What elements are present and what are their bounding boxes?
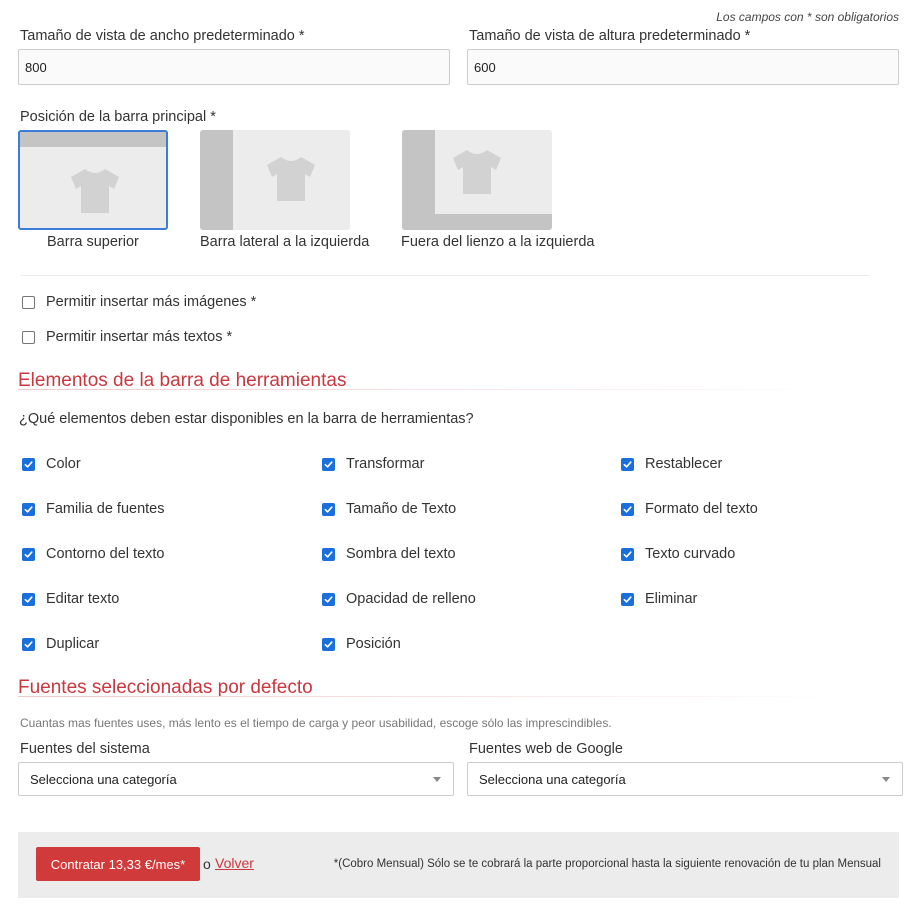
toolbar-item-checkbox[interactable] [322,547,335,561]
left-sidebar-caption: Barra lateral a la izquierda [200,234,370,250]
width-label: Tamaño de vista de ancho predeterminado … [20,28,305,44]
toolbar-item-checkbox[interactable] [22,502,35,516]
fonts-help-text: Cuantas mas fuentes uses, más lento es e… [20,716,612,730]
top-bar-caption: Barra superior [47,234,139,250]
tshirt-icon [267,157,315,201]
toolbar-item-label: Familia de fuentes [46,501,165,517]
footer-bar: Contratar 13,33 €/mes* o Volver *(Cobro … [18,832,899,898]
google-fonts-select-value: Selecciona una categoría [479,771,626,787]
toolbar-item-label: Color [46,456,81,472]
toolbar-item-checkbox[interactable] [22,457,35,471]
offcanvas-left-thumbnail[interactable] [402,130,552,230]
required-fields-note: Los campos con * son obligatorios [716,10,899,24]
height-input[interactable] [467,49,899,85]
width-input[interactable] [18,49,450,85]
allow-more-images-label: Permitir insertar más imágenes * [46,294,257,310]
chevron-down-icon [882,777,890,782]
toolbar-item-option[interactable]: Restablecer [621,456,722,472]
toolbar-item-option[interactable]: Contorno del texto [22,546,165,562]
main-bar-position-label: Posición de la barra principal * [20,109,216,125]
toolbar-item-checkbox[interactable] [621,547,634,561]
toolbar-item-label: Duplicar [46,636,100,652]
system-fonts-label: Fuentes del sistema [20,741,150,757]
left-sidebar-thumbnail[interactable] [200,130,350,230]
toolbar-item-option[interactable]: Opacidad de relleno [322,591,476,607]
toolbar-item-label: Restablecer [645,456,723,472]
billing-note: *(Cobro Mensual) Sólo se te cobrará la p… [333,858,881,870]
toolbar-item-checkbox[interactable] [322,457,335,471]
toolbar-item-checkbox[interactable] [621,502,634,516]
allow-more-images-option[interactable]: Permitir insertar más imágenes * [22,294,256,310]
height-label: Tamaño de vista de altura predeterminado… [469,28,751,44]
toolbar-item-label: Sombra del texto [346,546,456,562]
toolbar-question: ¿Qué elementos deben estar disponibles e… [19,411,474,427]
toolbar-item-checkbox[interactable] [22,637,35,651]
tshirt-icon [71,169,119,213]
toolbar-item-label: Formato del texto [645,501,758,517]
toolbar-item-label: Eliminar [645,591,698,607]
position-option-top-bar[interactable]: Barra superior [18,130,168,250]
toolbar-item-label: Editar texto [46,591,120,607]
system-fonts-select-value: Selecciona una categoría [30,771,177,787]
position-option-left-sidebar[interactable]: Barra lateral a la izquierda [200,130,369,250]
toolbar-item-option[interactable]: Eliminar [621,591,697,607]
toolbar-item-label: Opacidad de relleno [346,591,476,607]
toolbar-item-option[interactable]: Duplicar [22,636,99,652]
toolbar-item-option[interactable]: Tamaño de Texto [322,501,456,517]
toolbar-item-checkbox[interactable] [621,457,634,471]
google-fonts-label: Fuentes web de Google [469,741,623,757]
allow-more-images-checkbox[interactable] [22,295,35,309]
toolbar-item-checkbox[interactable] [322,502,335,516]
allow-more-texts-checkbox[interactable] [22,330,35,344]
allow-more-texts-option[interactable]: Permitir insertar más textos * [22,329,232,345]
toolbar-item-label: Tamaño de Texto [346,501,457,517]
position-option-offcanvas-left[interactable]: Fuera del lienzo a la izquierda [401,130,594,250]
chevron-down-icon [433,777,441,782]
back-link[interactable]: Volver [215,855,254,871]
toolbar-item-label: Texto curvado [645,546,736,562]
allow-more-texts-label: Permitir insertar más textos * [46,329,233,345]
or-text: o [203,856,211,872]
system-fonts-select[interactable]: Selecciona una categoría [18,762,454,796]
toolbar-item-label: Contorno del texto [46,546,165,562]
toolbar-item-label: Posición [346,636,401,652]
buy-button[interactable]: Contratar 13,33 €/mes* [36,847,200,881]
divider [20,275,870,276]
toolbar-item-checkbox[interactable] [22,547,35,561]
top-bar-thumbnail[interactable] [18,130,168,230]
toolbar-item-option[interactable]: Familia de fuentes [22,501,164,517]
toolbar-item-checkbox[interactable] [322,637,335,651]
tshirt-icon [453,150,501,194]
offcanvas-left-caption: Fuera del lienzo a la izquierda [401,234,595,250]
toolbar-item-option[interactable]: Texto curvado [621,546,735,562]
toolbar-item-option[interactable]: Formato del texto [621,501,758,517]
toolbar-section-rule [18,389,840,390]
toolbar-item-checkbox[interactable] [621,592,634,606]
toolbar-item-option[interactable]: Editar texto [22,591,119,607]
toolbar-item-checkbox[interactable] [22,592,35,606]
toolbar-item-option[interactable]: Color [22,456,81,472]
toolbar-item-label: Transformar [346,456,425,472]
toolbar-item-checkbox[interactable] [322,592,335,606]
toolbar-item-option[interactable]: Sombra del texto [322,546,456,562]
fonts-section-rule [18,696,840,697]
toolbar-item-option[interactable]: Posición [322,636,401,652]
toolbar-item-option[interactable]: Transformar [322,456,424,472]
google-fonts-select[interactable]: Selecciona una categoría [467,762,903,796]
